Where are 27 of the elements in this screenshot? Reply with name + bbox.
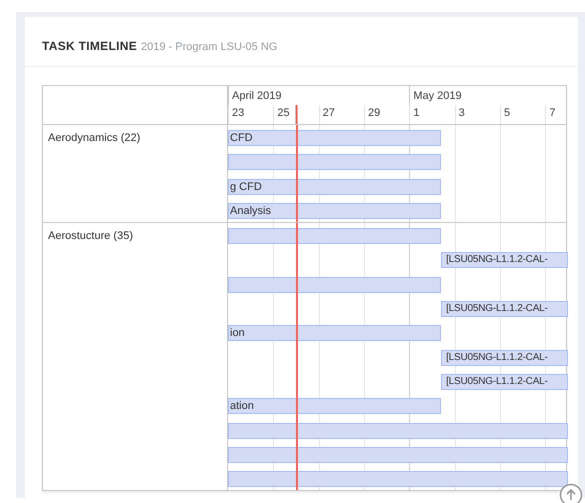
group-label: Aerodynamics (22) — [47, 131, 142, 144]
task-bar[interactable] — [228, 471, 568, 488]
task-bar[interactable]: [LSU05NG-L1.1.2-CAL- — [441, 301, 568, 318]
task-bar[interactable] — [228, 228, 442, 244]
group-label: Aerostucture (35) — [47, 229, 134, 242]
task-bar[interactable] — [228, 276, 442, 293]
task-bar[interactable]: ion — [228, 325, 442, 342]
task-bar[interactable]: [LSU05NG-L1.1.2-CAL- — [441, 374, 568, 390]
task-bar[interactable] — [228, 422, 568, 439]
task-bar[interactable] — [228, 154, 442, 170]
scroll-top-button[interactable] — [559, 483, 583, 503]
day-label: 3 — [454, 105, 500, 124]
day-label: 7 — [545, 105, 568, 124]
day-label: 23 — [228, 105, 274, 124]
day-label: 5 — [500, 105, 546, 124]
card-subtitle: 2019 - Program LSU-05 NG — [141, 41, 278, 53]
task-bar[interactable]: CFD — [228, 130, 442, 146]
day-label: 29 — [364, 105, 410, 124]
day-label: 27 — [318, 105, 364, 124]
task-bar[interactable]: g CFD — [228, 178, 442, 195]
day-label: 1 — [409, 105, 455, 124]
task-bar[interactable]: [LSU05NG-L1.1.2-CAL- — [441, 350, 568, 366]
task-bar[interactable] — [228, 446, 568, 463]
card-title: TASK TIMELINE — [42, 39, 138, 53]
task-bar[interactable]: Analysis — [228, 202, 442, 219]
task-bar[interactable]: [LSU05NG-L1.1.2-CAL- — [441, 252, 568, 268]
task-bar[interactable]: ation — [228, 398, 442, 414]
